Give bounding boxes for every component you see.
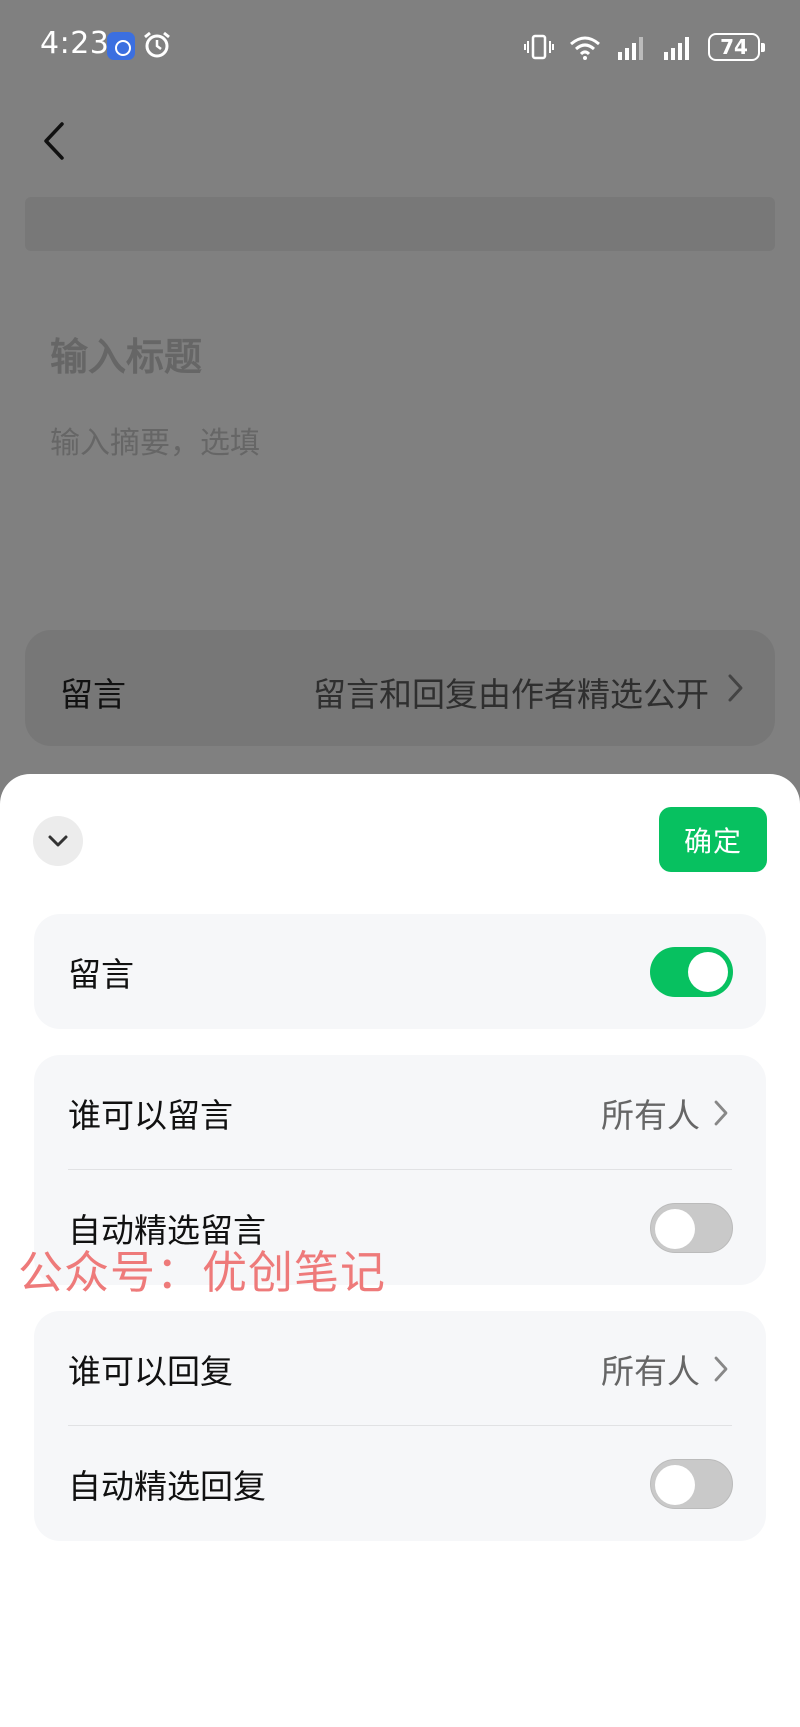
auto-select-comments-toggle[interactable] — [650, 1202, 733, 1253]
status-indicators: 74 — [524, 30, 765, 64]
watermark-text: 公众号：优创笔记 — [18, 1246, 387, 1299]
auto-select-replies-label: 自动精选回复 — [68, 1466, 266, 1506]
toggle-knob — [655, 1208, 695, 1249]
summary-input[interactable]: 输入摘要，选填 — [50, 418, 260, 462]
back-arrow-icon[interactable] — [36, 116, 72, 166]
cover-image-placeholder[interactable] — [25, 197, 775, 251]
alarm-icon — [144, 31, 170, 58]
chevron-right-icon — [714, 1356, 728, 1381]
wifi-icon — [570, 36, 600, 60]
who-can-reply-row[interactable]: 谁可以回复 所有人 — [34, 1311, 766, 1426]
auto-select-replies-row: 自动精选回复 — [34, 1426, 766, 1541]
comment-toggle[interactable] — [650, 946, 733, 997]
who-can-comment-value: 所有人 — [601, 1095, 700, 1135]
comment-toggle-label: 留言 — [68, 954, 134, 994]
collapse-button[interactable] — [33, 816, 83, 866]
who-can-reply-label: 谁可以回复 — [68, 1351, 233, 1391]
signal-icon — [618, 37, 643, 60]
vibrate-icon — [524, 34, 554, 60]
reply-permissions-card: 谁可以回复 所有人 自动精选回复 — [34, 1311, 766, 1541]
battery-icon: 74 — [708, 33, 765, 61]
comment-setting-row[interactable]: 留言 留言和回复由作者精选公开 — [25, 630, 775, 746]
status-bar: 4:23 74 — [0, 0, 800, 92]
auto-select-replies-toggle[interactable] — [650, 1458, 733, 1509]
app-notification-icon — [107, 32, 135, 60]
confirm-button[interactable]: 确定 — [659, 807, 767, 872]
chevron-right-icon — [728, 674, 743, 702]
chevron-down-icon — [48, 835, 68, 847]
who-can-comment-label: 谁可以留言 — [68, 1095, 233, 1135]
status-time: 4:23 — [40, 26, 110, 61]
signal-icon — [664, 37, 689, 60]
who-can-comment-row[interactable]: 谁可以留言 所有人 — [34, 1055, 766, 1170]
comment-setting-label: 留言 — [60, 675, 126, 714]
toggle-knob — [655, 1464, 695, 1505]
battery-level: 74 — [720, 35, 748, 59]
who-can-reply-value: 所有人 — [601, 1351, 700, 1391]
chevron-right-icon — [714, 1100, 728, 1125]
comment-toggle-card: 留言 — [34, 914, 766, 1029]
comment-toggle-row: 留言 — [34, 914, 766, 1029]
title-input[interactable]: 输入标题 — [50, 326, 202, 381]
toggle-knob — [688, 951, 728, 992]
comment-setting-value: 留言和回复由作者精选公开 — [313, 675, 709, 714]
